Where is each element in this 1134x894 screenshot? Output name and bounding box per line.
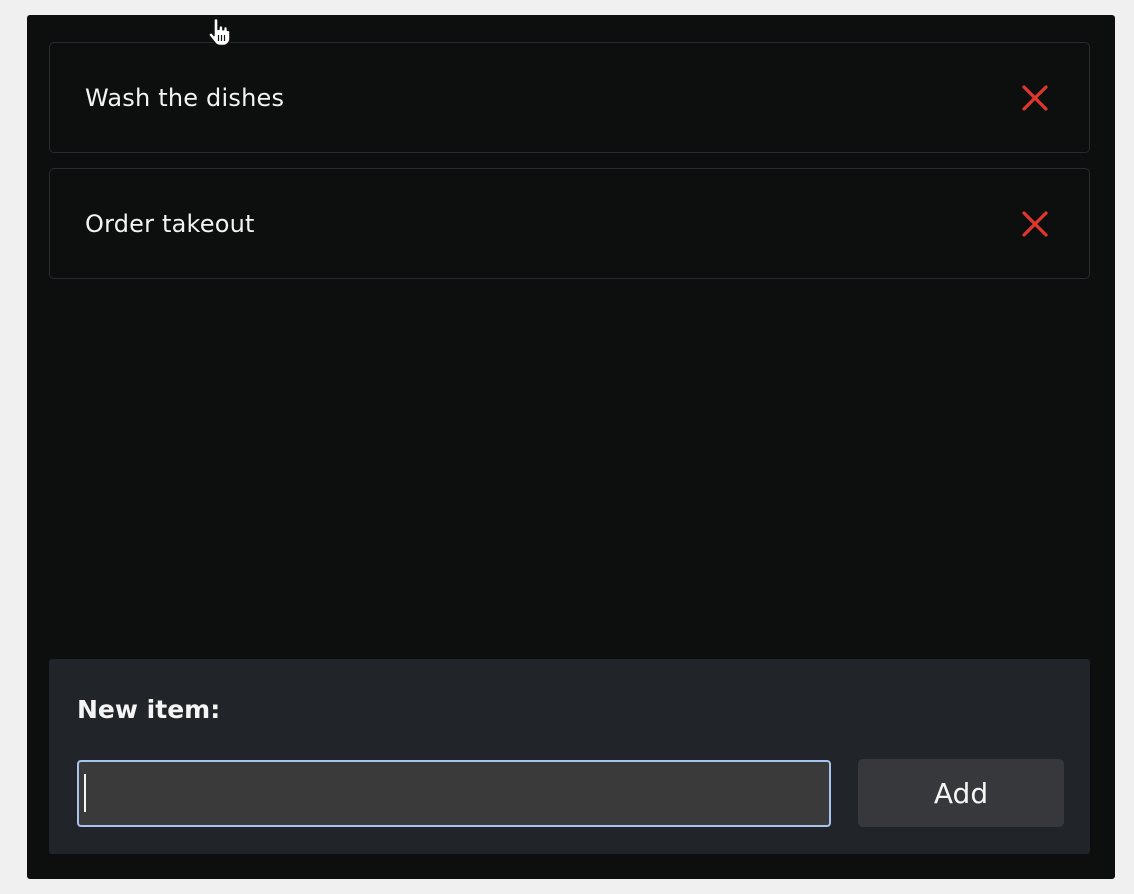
todo-item-text: Wash the dishes (85, 83, 285, 112)
new-item-label: New item: (77, 695, 221, 724)
todo-app: Wash the dishes Order takeout New item: … (27, 15, 1115, 879)
list-item: Wash the dishes (49, 42, 1090, 153)
list-item: Order takeout (49, 168, 1090, 279)
close-icon (1022, 84, 1048, 111)
todo-item-text: Order takeout (85, 209, 255, 238)
close-icon (1022, 210, 1048, 237)
new-item-input[interactable] (77, 760, 831, 827)
hand-pointer-icon (208, 18, 231, 47)
text-caret (84, 774, 86, 812)
delete-item-button[interactable] (1021, 84, 1049, 112)
add-button[interactable]: Add (858, 759, 1064, 827)
todo-list: Wash the dishes Order takeout (49, 42, 1090, 294)
new-item-panel: New item: Add (49, 659, 1090, 854)
delete-item-button[interactable] (1021, 210, 1049, 238)
